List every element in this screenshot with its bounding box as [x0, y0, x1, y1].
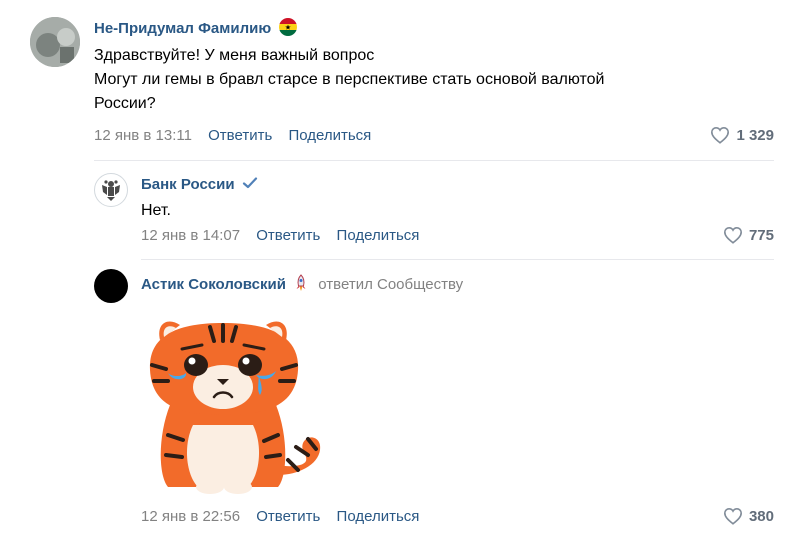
share-button[interactable]: Поделиться	[337, 227, 420, 244]
share-button[interactable]: Поделиться	[288, 127, 371, 144]
avatar[interactable]	[94, 173, 128, 207]
reply-button[interactable]: Ответить	[256, 227, 320, 244]
author-name[interactable]: Астик Соколовский	[141, 276, 286, 293]
divider	[141, 259, 774, 260]
comment-date[interactable]: 12 янв в 22:56	[141, 508, 240, 525]
heart-icon	[723, 507, 742, 525]
like-count: 1 329	[736, 126, 774, 144]
comment-date[interactable]: 12 янв в 14:07	[141, 227, 240, 244]
like-count: 380	[748, 507, 774, 525]
comment-text: Здравствуйте! У меня важный вопрос Могут…	[94, 45, 774, 115]
verified-icon	[242, 176, 258, 194]
comment-text-line: России?	[94, 95, 156, 112]
heart-icon	[723, 226, 742, 244]
comment-meta: 12 янв в 14:07 Ответить Поделиться	[141, 227, 431, 244]
author-name[interactable]: Не-Придумал Фамилию	[94, 20, 271, 37]
like-button[interactable]: 1 329	[710, 126, 774, 144]
comment-author[interactable]: Банк России	[141, 176, 258, 194]
comment-text: Нет.	[141, 202, 171, 219]
reply-button[interactable]: Ответить	[256, 508, 320, 525]
share-button[interactable]: Поделиться	[337, 508, 420, 525]
comment-text-line: Здравствуйте! У меня важный вопрос	[94, 47, 375, 64]
comment-text-line: Могут ли гемы в бравл старсе в перспекти…	[94, 71, 605, 88]
like-count: 775	[748, 226, 774, 244]
reply-button[interactable]: Ответить	[208, 127, 272, 144]
divider	[94, 160, 774, 161]
replied-to[interactable]: ответил Сообществу	[318, 276, 463, 293]
comment-meta: 12 янв в 13:11 Ответить Поделиться	[94, 127, 383, 144]
avatar[interactable]	[94, 269, 128, 303]
author-name[interactable]: Банк России	[141, 176, 235, 193]
comment-date[interactable]: 12 янв в 13:11	[94, 127, 192, 144]
comment-author[interactable]: Астик Соколовский ответил Сообществу	[141, 274, 463, 296]
avatar[interactable]	[30, 17, 80, 67]
ghana-flag-icon	[279, 18, 298, 40]
bank-emblem-icon	[102, 180, 120, 201]
like-button[interactable]: 775	[723, 226, 774, 244]
comment-author[interactable]: Не-Придумал Фамилию	[94, 18, 298, 40]
heart-icon	[711, 126, 730, 144]
rocket-icon	[294, 274, 308, 296]
like-button[interactable]: 380	[723, 507, 774, 525]
comment-meta: 12 янв в 22:56 Ответить Поделиться	[141, 508, 431, 525]
crying-tiger-sticker	[138, 315, 330, 495]
